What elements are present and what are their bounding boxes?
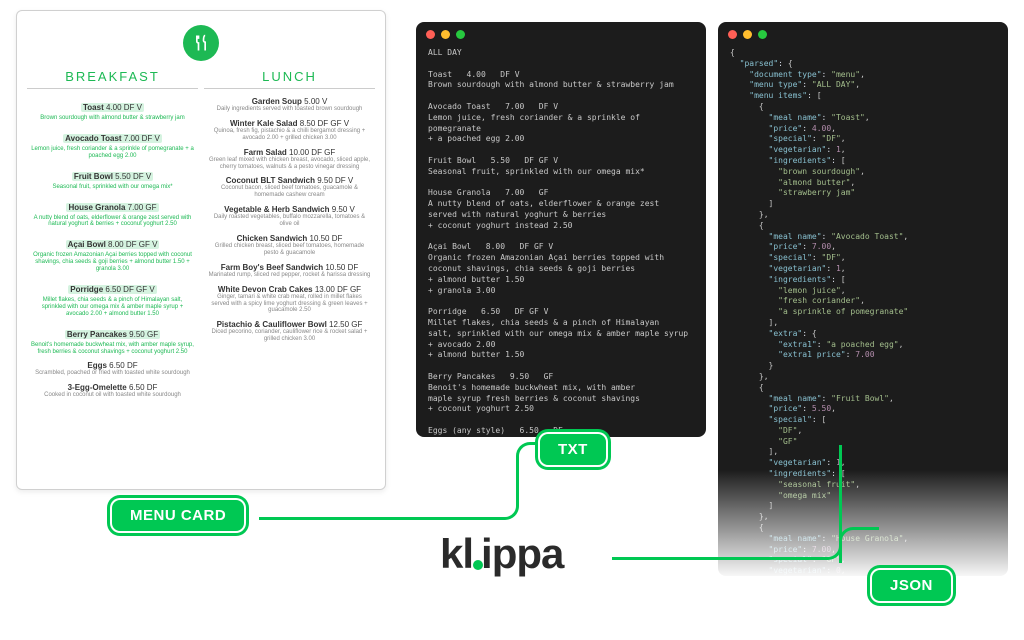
menu-item-title: Fruit Bowl 5.50 DF V xyxy=(72,172,153,181)
menu-item-desc: A nutty blend of oats, elderflower & ora… xyxy=(27,215,198,229)
menu-item-title: Porridge 6.50 DF GF V xyxy=(68,285,156,294)
menu-item-desc: Green leaf mixed with chicken breast, av… xyxy=(204,157,375,171)
menu-item: Vegetable & Herb Sandwich 9.50 VDaily ro… xyxy=(204,205,375,228)
menu-item: Garden Soup 5.00 VDaily ingredients serv… xyxy=(204,97,375,113)
txt-output: ALL DAY Toast 4.00 DF V Brown sourdough … xyxy=(428,48,694,437)
menu-item-desc: Daily ingredients served with toasted br… xyxy=(204,106,375,113)
klippa-logo: klippa xyxy=(440,530,563,578)
label-json: JSON xyxy=(870,568,953,603)
menu-item-desc: Millet flakes, chia seeds & a pinch of H… xyxy=(27,297,198,318)
menu-item: Berry Pancakes 9.50 GF Benoit's homemade … xyxy=(27,324,198,356)
txt-output-window: ALL DAY Toast 4.00 DF V Brown sourdough … xyxy=(416,22,706,437)
menu-item: Avocado Toast 7.00 DF V Lemon juice, fres… xyxy=(27,128,198,160)
menu-item: Pistachio & Cauliflower Bowl 12.50 GFDic… xyxy=(204,320,375,343)
menu-item-title: Toast 4.00 DF V xyxy=(81,103,144,112)
menu-item-title: House Granola 7.00 GF xyxy=(66,203,158,212)
menu-item-title: Vegetable & Herb Sandwich 9.50 V xyxy=(204,205,375,214)
menu-item-title: Chicken Sandwich 10.50 DF xyxy=(204,234,375,243)
menu-item: Porridge 6.50 DF GF V Millet flakes, chia… xyxy=(27,279,198,318)
connector-arc xyxy=(839,527,879,563)
menu-item: Eggs 6.50 DFScrambled, poached or fried … xyxy=(27,361,198,377)
label-txt: TXT xyxy=(538,432,608,467)
menu-item-title: Açai Bowl 8.00 DF GF V xyxy=(66,240,160,249)
menu-item-title: 3-Egg-Omelette 6.50 DF xyxy=(27,383,198,392)
menu-item-desc: Grilled chicken breast, sliced beef toma… xyxy=(204,243,375,257)
connector-arc xyxy=(612,445,842,560)
menu-item-title: Avocado Toast 7.00 DF V xyxy=(63,134,162,143)
menu-item-desc: Marinated rump, sliced red pepper, rocke… xyxy=(204,272,375,279)
menu-item: Coconut BLT Sandwich 9.50 DF VCoconut ba… xyxy=(204,176,375,199)
menu-item: Winter Kale Salad 8.50 DF GF VQuinoa, fr… xyxy=(204,119,375,142)
menu-card: BREAKFAST Toast 4.00 DF V Brown sourdough … xyxy=(16,10,386,490)
menu-item: White Devon Crab Cakes 13.00 DF GFGinger… xyxy=(204,285,375,315)
connector-arc xyxy=(259,470,519,520)
menu-item-title: Winter Kale Salad 8.50 DF GF V xyxy=(204,119,375,128)
menu-section: LUNCH Garden Soup 5.00 VDaily ingredients… xyxy=(204,69,375,405)
menu-item-title: Farm Salad 10.00 DF GF xyxy=(204,148,375,157)
window-controls xyxy=(728,30,767,39)
menu-item: Toast 4.00 DF V Brown sourdough with almo… xyxy=(27,97,198,122)
menu-item: 3-Egg-Omelette 6.50 DFCooked in coconut … xyxy=(27,383,198,399)
menu-item-title: White Devon Crab Cakes 13.00 DF GF xyxy=(204,285,375,294)
menu-item-title: Eggs 6.50 DF xyxy=(27,361,198,370)
menu-item-desc: Ginger, tamari & white crab meat, rolled… xyxy=(204,294,375,315)
label-menu-card: MENU CARD xyxy=(110,498,246,533)
menu-item: Açai Bowl 8.00 DF GF V Organic frozen Ama… xyxy=(27,234,198,273)
menu-item-desc: Scrambled, poached or fried with toasted… xyxy=(27,370,198,377)
menu-item-desc: Coconut bacon, sliced beef tomatoes, gua… xyxy=(204,185,375,199)
menu-item-desc: Benoit's homemade buckwheat mix, with am… xyxy=(27,342,198,356)
menu-item-title: Berry Pancakes 9.50 GF xyxy=(65,330,160,339)
menu-item-desc: Seasonal fruit, sprinkled with our omega… xyxy=(27,184,198,191)
menu-item-desc: Brown sourdough with almond butter & str… xyxy=(27,115,198,122)
menu-item: Chicken Sandwich 10.50 DFGrilled chicken… xyxy=(204,234,375,257)
menu-item-title: Pistachio & Cauliflower Bowl 12.50 GF xyxy=(204,320,375,329)
menu-item-desc: Quinoa, fresh fig, pistachio & a chilli … xyxy=(204,128,375,142)
menu-item-title: Garden Soup 5.00 V xyxy=(204,97,375,106)
menu-section-title: LUNCH xyxy=(204,69,375,89)
menu-item-desc: Cooked in coconut oil with toasted white… xyxy=(27,392,198,399)
menu-section: BREAKFAST Toast 4.00 DF V Brown sourdough … xyxy=(27,69,198,405)
menu-item-desc: Daily roasted vegetables, buffalo mozzar… xyxy=(204,214,375,228)
window-controls xyxy=(426,30,465,39)
menu-item: Fruit Bowl 5.50 DF V Seasonal fruit, spri… xyxy=(27,166,198,191)
utensils-icon xyxy=(183,25,219,61)
menu-item: Farm Salad 10.00 DF GFGreen leaf mixed w… xyxy=(204,148,375,171)
menu-section-title: BREAKFAST xyxy=(27,69,198,89)
menu-item: House Granola 7.00 GF A nutty blend of oa… xyxy=(27,197,198,229)
menu-item-title: Farm Boy's Beef Sandwich 10.50 DF xyxy=(204,263,375,272)
menu-item-title: Coconut BLT Sandwich 9.50 DF V xyxy=(204,176,375,185)
menu-item-desc: Lemon juice, fresh coriander & a sprinkl… xyxy=(27,146,198,160)
menu-item: Farm Boy's Beef Sandwich 10.50 DFMarinat… xyxy=(204,263,375,279)
menu-item-desc: Diced pecorino, coriander, cauliflower r… xyxy=(204,329,375,343)
menu-item-desc: Organic frozen Amazonian Açai berries to… xyxy=(27,252,198,273)
